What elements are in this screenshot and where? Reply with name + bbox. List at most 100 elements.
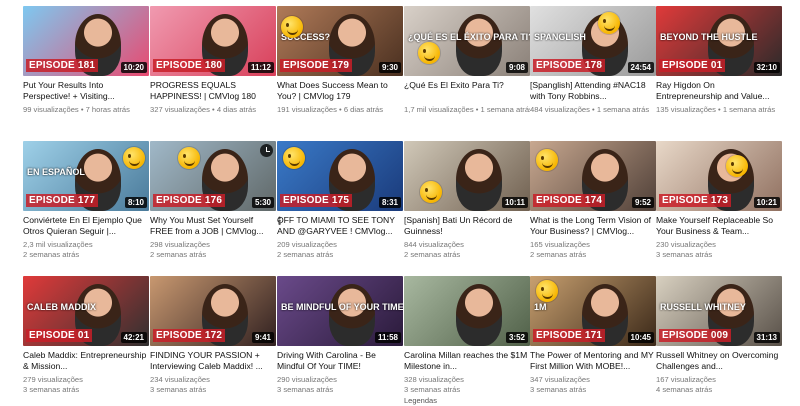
video-views: 230 visualizações [656,240,716,249]
video-views: 135 visualizações • 1 semana atrás [656,105,776,114]
video-thumbnail[interactable]: EPISODE 176 5:30 [150,141,276,211]
video-duration: 10:21 [753,197,780,208]
video-duration: 11:58 [374,332,401,343]
video-thumbnail[interactable]: EPISODE 175 8:31 [277,141,403,211]
thumbnail-overlay-text: SPANGLISH [534,32,586,42]
video-duration: 9:08 [505,62,528,73]
video-age: 3 semanas atrás [23,385,80,394]
winking-emoji-icon [123,147,145,169]
thumbnail-overlay-text: BE MINDFUL OF YOUR TIME [281,302,403,312]
thumbnail-overlay-text: CALEB MADDIX [27,302,96,312]
video-age: 3 semanas atrás [150,385,207,394]
video-thumbnail[interactable]: EN ESPAÑOL EPISODE 177 8:10 [23,141,149,211]
video-duration: 9:30 [378,62,401,73]
video-duration: 11:12 [247,62,274,73]
video-title[interactable]: Russell Whitney on Overcoming Challenges… [656,350,782,372]
video-duration: 3:52 [505,332,528,343]
video-thumbnail[interactable]: 3:52 [404,276,530,346]
video-title[interactable]: [Spanish] Bati Un Récord de Guinness! [404,215,530,237]
video-views: 1,7 mil visualizações • 1 semana atrás [404,105,530,114]
captions-label: Legendas [404,396,437,405]
video-thumbnail[interactable]: CALEB MADDIX EPISODE 01 42:21 [23,276,149,346]
video-duration: 10:45 [627,332,654,343]
episode-tag: EPISODE 174 [533,194,606,207]
episode-tag: EPISODE 179 [280,59,353,72]
video-thumbnail[interactable]: BE MINDFUL OF YOUR TIME 11:58 [277,276,403,346]
episode-tag: EPISODE 181 [26,59,99,72]
video-views: 347 visualizações [530,375,590,384]
video-views: 290 visualizações [277,375,337,384]
video-duration: 24:54 [627,62,654,73]
episode-tag: EPISODE 01 [26,329,93,342]
video-views: 328 visualizações [404,375,464,384]
video-thumbnail[interactable]: ¿QUÉ ES EL ÉXITO PARA TI? 9:08 [404,6,530,76]
video-thumbnail[interactable]: SPANGLISH EPISODE 178 24:54 [530,6,656,76]
video-title[interactable]: What is the Long Term Vision of Your Bus… [530,215,656,237]
video-thumbnail[interactable]: RUSSELL WHITNEY EPISODE 009 31:13 [656,276,782,346]
video-age: 3 semanas atrás [530,385,587,394]
video-duration: 8:10 [124,197,147,208]
episode-tag: EPISODE 180 [153,59,226,72]
episode-tag: EPISODE 171 [533,329,606,342]
video-title[interactable]: FINDING YOUR PASSION + Interviewing Cale… [150,350,276,372]
winking-emoji-icon [536,149,558,171]
thumbnail-person-image [329,284,375,346]
video-title[interactable]: Caleb Maddix: Entrepreneurship & Mission… [23,350,149,372]
video-duration: 32:10 [753,62,780,73]
episode-tag: EPISODE 177 [26,194,99,207]
winking-emoji-icon [178,147,200,169]
episode-tag: EPISODE 178 [533,59,606,72]
video-title[interactable]: Make Yourself Replaceable So Your Busine… [656,215,782,237]
video-age: 4 semanas atrás [656,385,713,394]
video-duration: 10:11 [501,197,528,208]
video-duration: 8:31 [378,197,401,208]
episode-tag: EPISODE 172 [153,329,226,342]
video-thumbnail[interactable]: EPISODE 180 11:12 [150,6,276,76]
thumbnail-overlay-text: EN ESPAÑOL [27,167,85,177]
video-title[interactable]: Conviértete En El Ejemplo Que Otros Quie… [23,215,149,237]
video-age: 3 semanas atrás [277,385,334,394]
video-title[interactable]: Ray Higdon On Entrepreneurship and Value… [656,80,782,102]
episode-tag: EPISODE 175 [280,194,353,207]
video-title[interactable]: PROGRESS EQUALS HAPPINESS! | CMVlog 180 [150,80,276,102]
video-title[interactable]: OFF TO MIAMI TO SEE TONY AND @GARYVEE ! … [277,215,403,237]
video-title[interactable]: ¿Qué Es El Exito Para Ti? [404,80,530,102]
video-thumbnail[interactable]: SUCCESS? EPISODE 179 9:30 [277,6,403,76]
video-title[interactable]: Carolina Millan reaches the $1M Mileston… [404,350,530,372]
video-duration: 10:20 [120,62,147,73]
winking-emoji-icon [598,12,620,34]
video-title[interactable]: Driving With Carolina - Be Mindful Of Yo… [277,350,403,372]
video-title[interactable]: Why You Must Set Yourself FREE from a JO… [150,215,276,237]
video-thumbnail[interactable]: EPISODE 174 9:52 [530,141,656,211]
video-title[interactable]: What Does Success Mean to You? | CMVlog … [277,80,403,102]
video-views: 844 visualizações [404,240,464,249]
video-thumbnail[interactable]: 10:11 [404,141,530,211]
video-thumbnail[interactable]: 1M EPISODE 171 10:45 [530,276,656,346]
watch-later-icon[interactable] [260,144,273,157]
video-age: 3 semanas atrás [656,250,713,259]
video-views: 484 visualizações • 1 semana atrás [530,105,650,114]
video-thumbnail[interactable]: EPISODE 181 10:20 [23,6,149,76]
video-age: 2 semanas atrás [23,250,80,259]
video-views: 234 visualizações [150,375,210,384]
video-thumbnail[interactable]: BEYOND THE HUSTLE EPISODE 01 32:10 [656,6,782,76]
video-views: 165 visualizações [530,240,590,249]
video-views: 209 visualizações [277,240,337,249]
video-age: 2 semanas atrás [404,250,461,259]
thumbnail-overlay-text: ¿QUÉ ES EL ÉXITO PARA TI? [408,32,530,42]
thumbnail-person-image [456,149,502,211]
thumbnail-overlay-text: BEYOND THE HUSTLE [660,32,758,42]
video-views: 99 visualizações • 7 horas atrás [23,105,130,114]
video-title[interactable]: Put Your Results Into Perspective! + Vis… [23,80,149,102]
thumbnail-overlay-text: RUSSELL WHITNEY [660,302,746,312]
video-duration: 5:30 [251,197,274,208]
winking-emoji-icon [281,16,303,38]
video-thumbnail[interactable]: EPISODE 173 10:21 [656,141,782,211]
video-age: 2 semanas atrás [277,250,334,259]
video-age: 2 semanas atrás [530,250,587,259]
thumbnail-overlay-text: 1M [534,302,547,312]
thumbnail-person-image [456,284,502,346]
video-title[interactable]: [Spanglish] Attending #NAC18 with Tony R… [530,80,656,102]
video-thumbnail[interactable]: EPISODE 172 9:41 [150,276,276,346]
video-title[interactable]: The Power of Mentoring and MY First Mill… [530,350,656,372]
